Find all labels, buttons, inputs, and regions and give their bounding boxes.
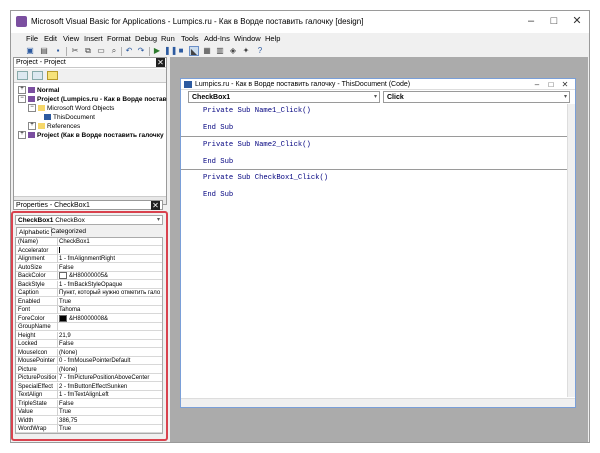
procedure-separator xyxy=(181,136,567,137)
minimize-icon[interactable]: – xyxy=(524,14,538,28)
menu-tools[interactable]: Tools xyxy=(181,34,199,43)
code-line: End Sub xyxy=(203,158,234,166)
menu-window[interactable]: Window xyxy=(234,34,261,43)
app-title: Microsoft Visual Basic for Applications … xyxy=(31,17,364,26)
code-line: Private Sub Name1_Click() xyxy=(203,107,311,115)
project-icon xyxy=(28,132,35,139)
code-line: Private Sub CheckBox1_Click() xyxy=(203,174,329,182)
run-icon[interactable]: ▶ xyxy=(152,46,162,56)
chevron-down-icon: ▾ xyxy=(373,94,377,100)
break-icon[interactable]: ❚❚ xyxy=(164,46,177,56)
code-line: Private Sub Name2_Click() xyxy=(203,141,311,149)
project-icon xyxy=(28,87,35,94)
reset-icon[interactable]: ■ xyxy=(176,46,186,56)
menu-help[interactable]: Help xyxy=(265,34,280,43)
code-window: Lumpics.ru - Как в Ворде поставить галоч… xyxy=(180,78,576,408)
toolbar-separator xyxy=(121,47,122,56)
maximize-icon[interactable]: □ xyxy=(545,79,557,90)
menu-file[interactable]: File xyxy=(26,34,38,43)
code-line: End Sub xyxy=(203,191,234,199)
title-bar: Microsoft Visual Basic for Applications … xyxy=(11,11,589,33)
toolbar-separator xyxy=(149,47,150,56)
chevron-down-icon: ▾ xyxy=(563,94,567,100)
folder-icon xyxy=(38,105,45,112)
collapse-icon[interactable]: − xyxy=(28,104,36,113)
object-browser-icon[interactable]: ◈ xyxy=(228,46,238,56)
design-mode-icon[interactable]: ◣ xyxy=(189,46,199,56)
code-line: End Sub xyxy=(203,124,234,132)
project-explorer-icon[interactable]: ▦ xyxy=(202,46,212,56)
object-dropdown[interactable]: CheckBox1 ▾ xyxy=(188,91,380,103)
cut-icon[interactable]: ✂ xyxy=(70,46,80,56)
expand-icon[interactable]: + xyxy=(28,122,36,131)
toggle-folders-icon[interactable] xyxy=(47,71,58,80)
close-icon[interactable]: ✕ xyxy=(559,79,571,90)
help-icon[interactable]: ? xyxy=(255,46,265,56)
properties-window-icon[interactable]: ▥ xyxy=(215,46,225,56)
save-icon[interactable]: ▪ xyxy=(53,46,63,56)
maximize-icon[interactable]: □ xyxy=(547,14,561,28)
menu-insert[interactable]: Insert xyxy=(84,34,103,43)
minimize-icon[interactable]: – xyxy=(531,79,543,90)
code-window-title: Lumpics.ru - Как в Ворде поставить галоч… xyxy=(181,79,575,90)
code-editor[interactable]: Private Sub Name1_Click() End Sub Privat… xyxy=(181,104,575,397)
close-icon[interactable]: ✕ xyxy=(151,201,160,210)
close-icon[interactable]: ✕ xyxy=(156,58,165,67)
insert-userform-icon[interactable]: ▤ xyxy=(39,46,49,56)
code-window-icon xyxy=(184,81,192,88)
redo-icon[interactable]: ↷ xyxy=(136,46,146,56)
project-toolbar xyxy=(14,69,166,83)
document-icon xyxy=(44,114,51,121)
menu-format[interactable]: Format xyxy=(107,34,131,43)
project-explorer-title: Project - Project xyxy=(14,58,166,68)
toolbar-separator xyxy=(66,47,67,56)
view-object-icon[interactable] xyxy=(32,71,43,80)
procedure-dropdown[interactable]: Click ▾ xyxy=(383,91,570,103)
undo-icon[interactable]: ↶ xyxy=(124,46,134,56)
menu-add-ins[interactable]: Add-Ins xyxy=(204,34,230,43)
code-horizontal-scrollbar[interactable] xyxy=(181,398,575,407)
menu-bar: File Edit View Insert Format Debug Run T… xyxy=(11,33,589,45)
view-code-icon[interactable] xyxy=(17,71,28,80)
tree-item-project-galochka[interactable]: + Project (Как в Ворде поставить галочку xyxy=(18,131,164,141)
properties-title: Properties - CheckBox1 xyxy=(13,200,163,210)
toolbox-icon[interactable]: ✦ xyxy=(241,46,251,56)
menu-view[interactable]: View xyxy=(63,34,79,43)
paste-icon[interactable]: ▭ xyxy=(96,46,106,56)
expand-icon[interactable]: + xyxy=(18,86,26,95)
code-vertical-scrollbar[interactable] xyxy=(567,104,575,397)
folder-icon xyxy=(38,123,45,130)
menu-run[interactable]: Run xyxy=(161,34,175,43)
collapse-icon[interactable]: − xyxy=(18,95,26,104)
highlight-frame xyxy=(11,211,168,441)
project-explorer: Project - Project ✕ + Normal − Project (Lu… xyxy=(13,57,167,205)
view-word-icon[interactable]: ▣ xyxy=(25,46,35,56)
vba-logo-icon xyxy=(16,16,27,27)
project-icon xyxy=(28,96,35,103)
expand-icon[interactable]: + xyxy=(18,131,26,140)
procedure-separator xyxy=(181,169,567,170)
menu-edit[interactable]: Edit xyxy=(44,34,57,43)
copy-icon[interactable]: ⧉ xyxy=(83,46,93,56)
find-icon[interactable]: ⌕ xyxy=(109,46,119,56)
menu-debug[interactable]: Debug xyxy=(135,34,157,43)
close-icon[interactable]: ✕ xyxy=(570,14,584,28)
